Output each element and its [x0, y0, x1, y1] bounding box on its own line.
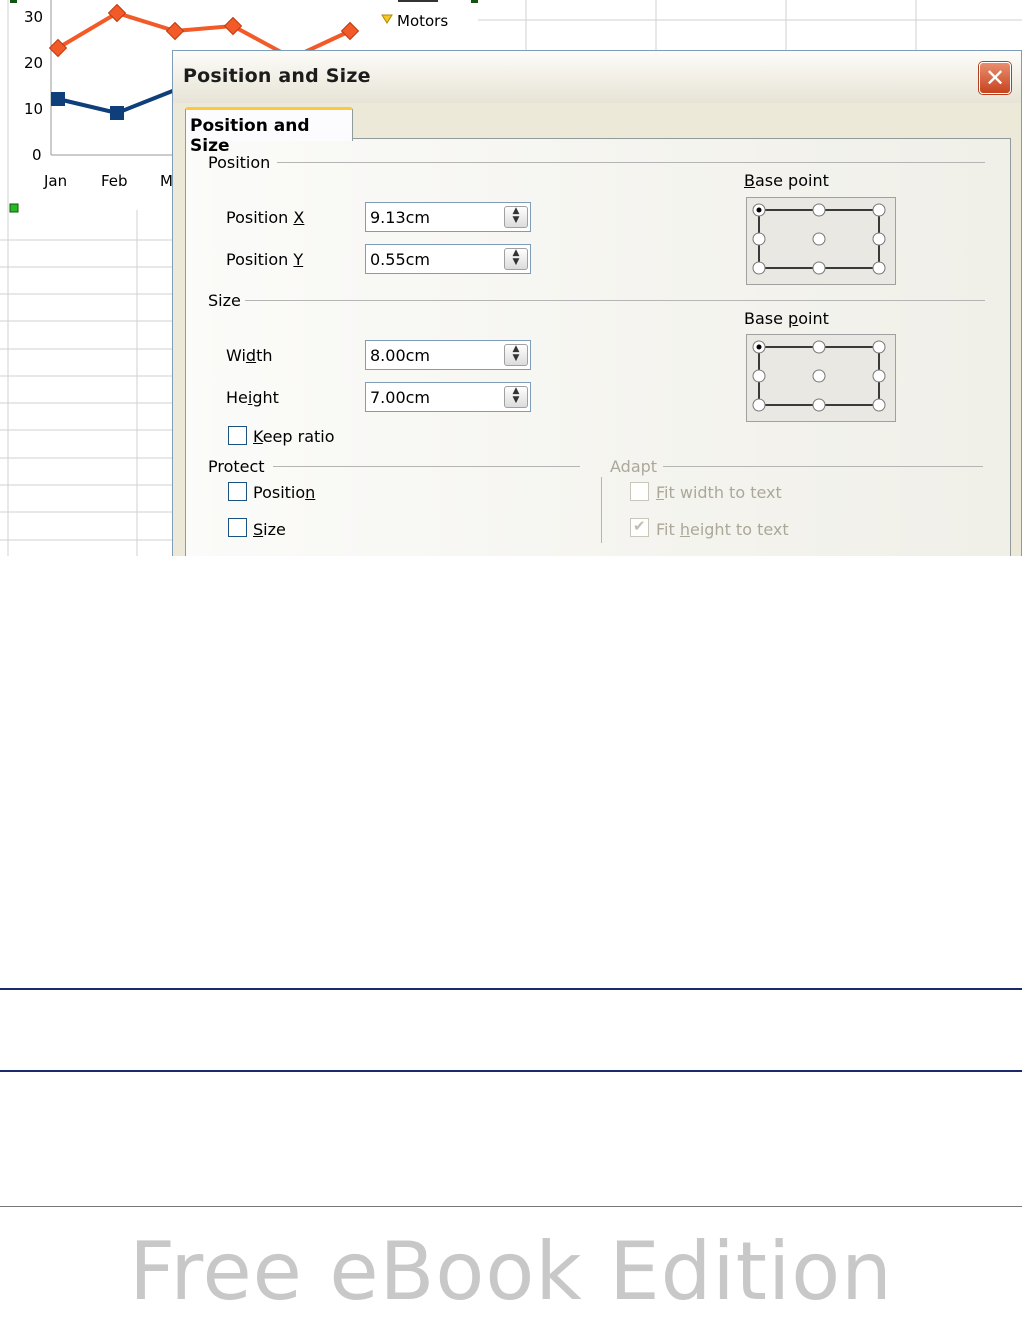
orange-series-point [48, 38, 68, 58]
dialog-title-bar[interactable]: Position and Size ✕ [173, 51, 1021, 103]
y-tick-label: 0 [32, 146, 42, 164]
spin-arrows-icon[interactable]: ▲ ▼ [504, 344, 528, 366]
size-base-point-selector[interactable] [746, 334, 896, 422]
tab-position-and-size[interactable]: Position and Size [185, 107, 353, 156]
adapt-group-label: Adapt [610, 457, 658, 476]
keep-ratio-checkbox[interactable] [228, 426, 247, 445]
protect-group-label: Protect [208, 457, 265, 476]
fit-width-label: Fit width to text [656, 483, 782, 502]
free-ebook-watermark: Free eBook Edition [129, 1225, 893, 1318]
size-group-label: Size [208, 291, 241, 310]
protect-size-label[interactable]: Size [253, 520, 286, 539]
fit-height-checkbox: ✔ [630, 517, 649, 537]
width-label: Width [226, 346, 273, 365]
x-tick-label: Feb [101, 172, 128, 190]
position-base-point-label: Base point [744, 171, 829, 190]
adapt-group-divider [663, 466, 983, 467]
fit-width-checkbox [630, 482, 649, 501]
tab-label: Position and Size [190, 116, 310, 156]
position-group-divider [277, 162, 985, 163]
width-spinner[interactable]: 8.00cm ▲ ▼ [365, 340, 531, 370]
protect-position-label[interactable]: Position [253, 483, 315, 502]
orange-series-point [165, 21, 185, 41]
position-x-label: Position X [226, 208, 305, 227]
base-point-grid-icon [752, 203, 886, 275]
page-rule-bottom [0, 1070, 1022, 1072]
legend-item-motors: Motors [397, 12, 448, 30]
close-icon: ✕ [984, 64, 1006, 92]
blue-series-point [51, 92, 65, 106]
y-tick-label: 20 [24, 54, 43, 72]
legend-marker [381, 14, 393, 24]
orange-series-point [107, 3, 127, 23]
height-spinner[interactable]: 7.00cm ▲ ▼ [365, 382, 531, 412]
x-tick-label: M [160, 172, 173, 190]
base-point-grid-icon [752, 340, 886, 412]
selection-handle [471, 0, 478, 3]
protect-group-divider [273, 466, 580, 467]
protect-size-checkbox[interactable] [228, 518, 247, 537]
keep-ratio-label[interactable]: Keep ratio [253, 427, 335, 446]
page-rule-top [0, 988, 1022, 990]
blue-series-point [110, 106, 124, 120]
footer-divider [0, 1206, 1022, 1207]
position-y-spinner[interactable]: 0.55cm ▲ ▼ [365, 244, 531, 274]
selection-handle [10, 0, 17, 3]
screenshot-region: 30 20 10 0 Jan Feb M Motors Position and [0, 0, 1022, 556]
x-tick-label: Jan [43, 172, 67, 190]
spin-arrows-icon[interactable]: ▲ ▼ [504, 248, 528, 270]
selection-handle [9, 203, 19, 213]
spin-arrows-icon[interactable]: ▲ ▼ [504, 206, 528, 228]
orange-series-point [340, 21, 360, 41]
protect-position-checkbox[interactable] [228, 482, 247, 501]
position-y-label: Position Y [226, 250, 304, 269]
y-tick-label: 30 [24, 8, 43, 26]
position-x-value[interactable]: 9.13cm [370, 208, 430, 227]
position-y-value[interactable]: 0.55cm [370, 250, 430, 269]
position-base-point-selector[interactable] [746, 197, 896, 285]
height-label: Height [226, 388, 279, 407]
size-base-point-label: Base point [744, 309, 829, 328]
spin-arrows-icon[interactable]: ▲ ▼ [504, 386, 528, 408]
checkmark-icon: ✔ [633, 517, 646, 535]
position-and-size-dialog: Position and Size ✕ Position and Size Po… [172, 50, 1022, 556]
fit-height-label: Fit height to text [656, 520, 789, 539]
group-separator [601, 477, 602, 543]
position-x-spinner[interactable]: 9.13cm ▲ ▼ [365, 202, 531, 232]
close-button[interactable]: ✕ [979, 62, 1011, 94]
orange-series-point [223, 16, 243, 36]
dialog-title: Position and Size [183, 65, 371, 87]
width-value[interactable]: 8.00cm [370, 346, 430, 365]
height-value[interactable]: 7.00cm [370, 388, 430, 407]
position-group-label: Position [208, 153, 271, 172]
size-group-divider [245, 300, 985, 301]
y-tick-label: 10 [24, 100, 43, 118]
